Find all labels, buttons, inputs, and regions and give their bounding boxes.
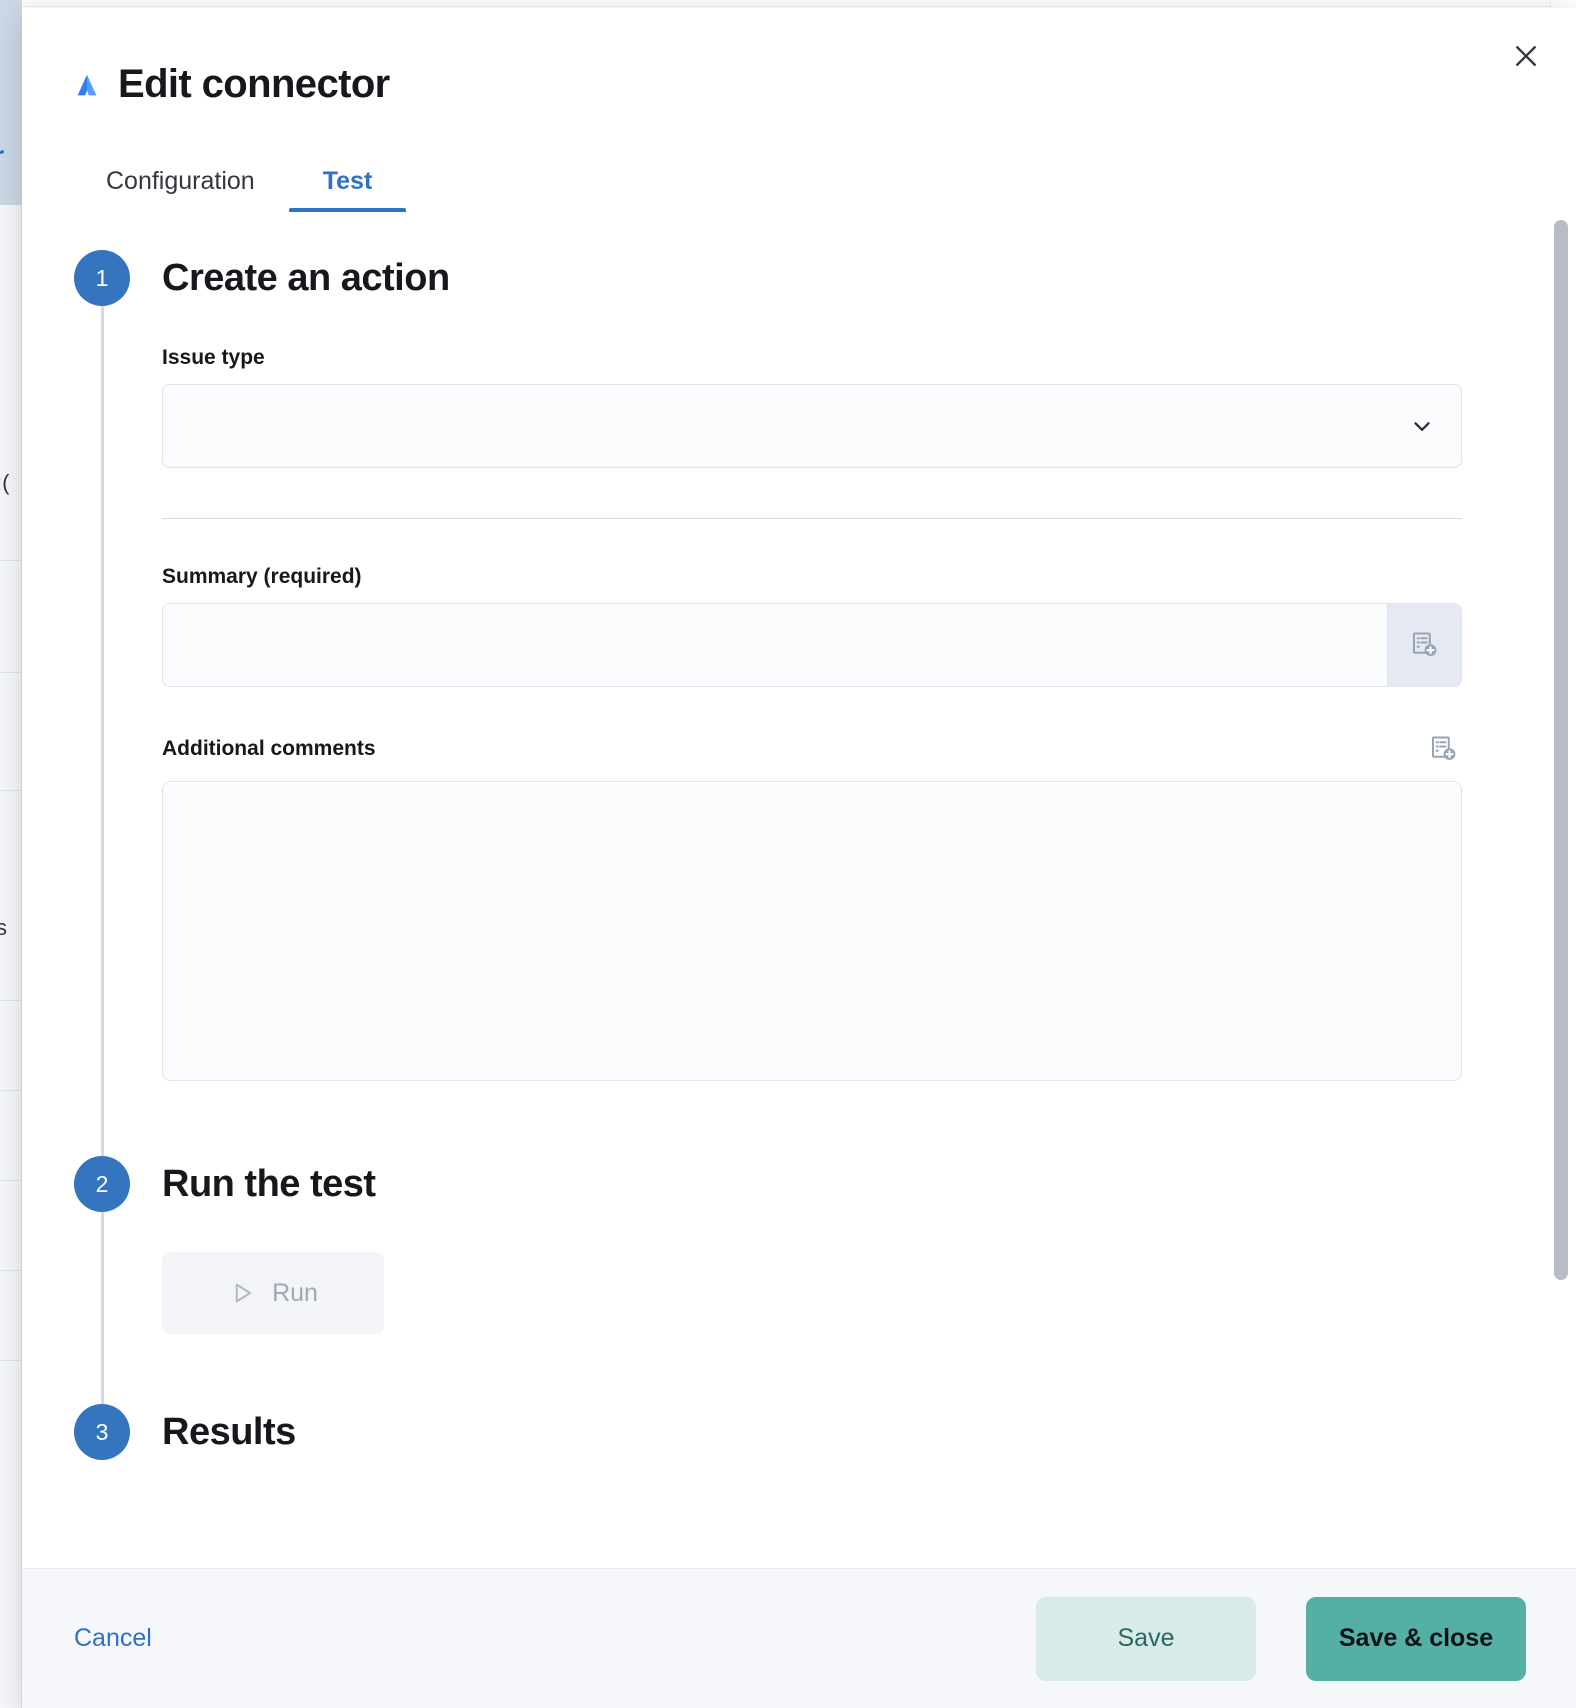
close-icon[interactable]	[1504, 34, 1548, 78]
background-row-divider	[0, 1270, 24, 1271]
run-button[interactable]: Run	[162, 1252, 384, 1334]
additional-comments-label: Additional comments	[162, 737, 376, 760]
tab-test[interactable]: Test	[288, 169, 407, 212]
step-run-the-test: 2 Run the test Run	[74, 1156, 1516, 1406]
modal-scrollbar[interactable]	[1554, 220, 1568, 1560]
background-left-text-fragment: s	[0, 915, 7, 940]
play-triangle-icon	[235, 1283, 252, 1303]
edit-connector-modal: Edit connector Configuration Test 1 Crea…	[22, 8, 1576, 1708]
modal-body: 1 Create an action Issue type Summary (r…	[22, 212, 1576, 1568]
step-title: Results	[162, 1411, 296, 1453]
modal-footer: Cancel Save Save & close	[22, 1568, 1576, 1708]
background-left-text-fragment: r	[0, 140, 4, 171]
summary-label: Summary (required)	[162, 565, 362, 588]
cancel-button[interactable]: Cancel	[70, 1616, 156, 1661]
tab-configuration[interactable]: Configuration	[72, 169, 289, 212]
background-row-divider	[0, 672, 24, 673]
summary-input[interactable]	[163, 604, 1387, 686]
modal-scrollbar-thumb[interactable]	[1554, 220, 1568, 1280]
step-results: 3 Results	[74, 1404, 1516, 1520]
step-number-badge: 2	[74, 1156, 130, 1212]
modal-tabs: Configuration Test	[72, 150, 1576, 212]
step-connector-line	[101, 306, 104, 1158]
additional-comments-textarea[interactable]	[162, 781, 1462, 1081]
step-create-an-action: 1 Create an action Issue type Summary (r…	[74, 250, 1516, 1158]
issue-type-label: Issue type	[162, 346, 265, 369]
background-row-divider	[0, 1090, 24, 1091]
background-row-divider	[0, 1000, 24, 1001]
step-1-content: Issue type Summary (required) Additional…	[162, 306, 1516, 1156]
additional-comments-label-row: Additional comments	[162, 731, 1462, 767]
step-connector-line	[101, 1212, 104, 1406]
save-and-close-button[interactable]: Save & close	[1306, 1596, 1526, 1681]
modal-header: Edit connector Configuration Test	[22, 8, 1576, 212]
background-row-divider	[0, 1360, 24, 1361]
additional-comments-add-variable-icon[interactable]	[1426, 731, 1462, 767]
summary-field-group	[162, 603, 1462, 687]
step-title: Run the test	[162, 1163, 376, 1205]
field-divider	[162, 518, 1462, 519]
step-2-content: Run	[162, 1212, 1516, 1404]
chevron-down-icon	[1414, 422, 1430, 431]
background-left-text-fragment: :(	[0, 470, 10, 495]
background-left-panel	[0, 205, 22, 1708]
summary-add-variable-icon[interactable]	[1387, 604, 1461, 686]
step-title: Create an action	[162, 257, 450, 299]
save-button[interactable]: Save	[1036, 1596, 1256, 1681]
background-row-divider	[0, 1180, 24, 1181]
page-title: Edit connector	[118, 62, 390, 106]
top-strip	[0, 0, 1576, 7]
background-row-divider	[0, 790, 24, 791]
issue-type-select[interactable]	[162, 384, 1462, 468]
footer-actions: Save Save & close	[1036, 1596, 1526, 1681]
step-number-badge: 1	[74, 250, 130, 306]
background-row-divider	[0, 560, 24, 561]
step-number-badge: 3	[74, 1404, 130, 1460]
atlassian-jira-logo-icon	[77, 74, 97, 95]
modal-title-row: Edit connector	[72, 56, 1526, 112]
run-button-label: Run	[272, 1278, 318, 1307]
